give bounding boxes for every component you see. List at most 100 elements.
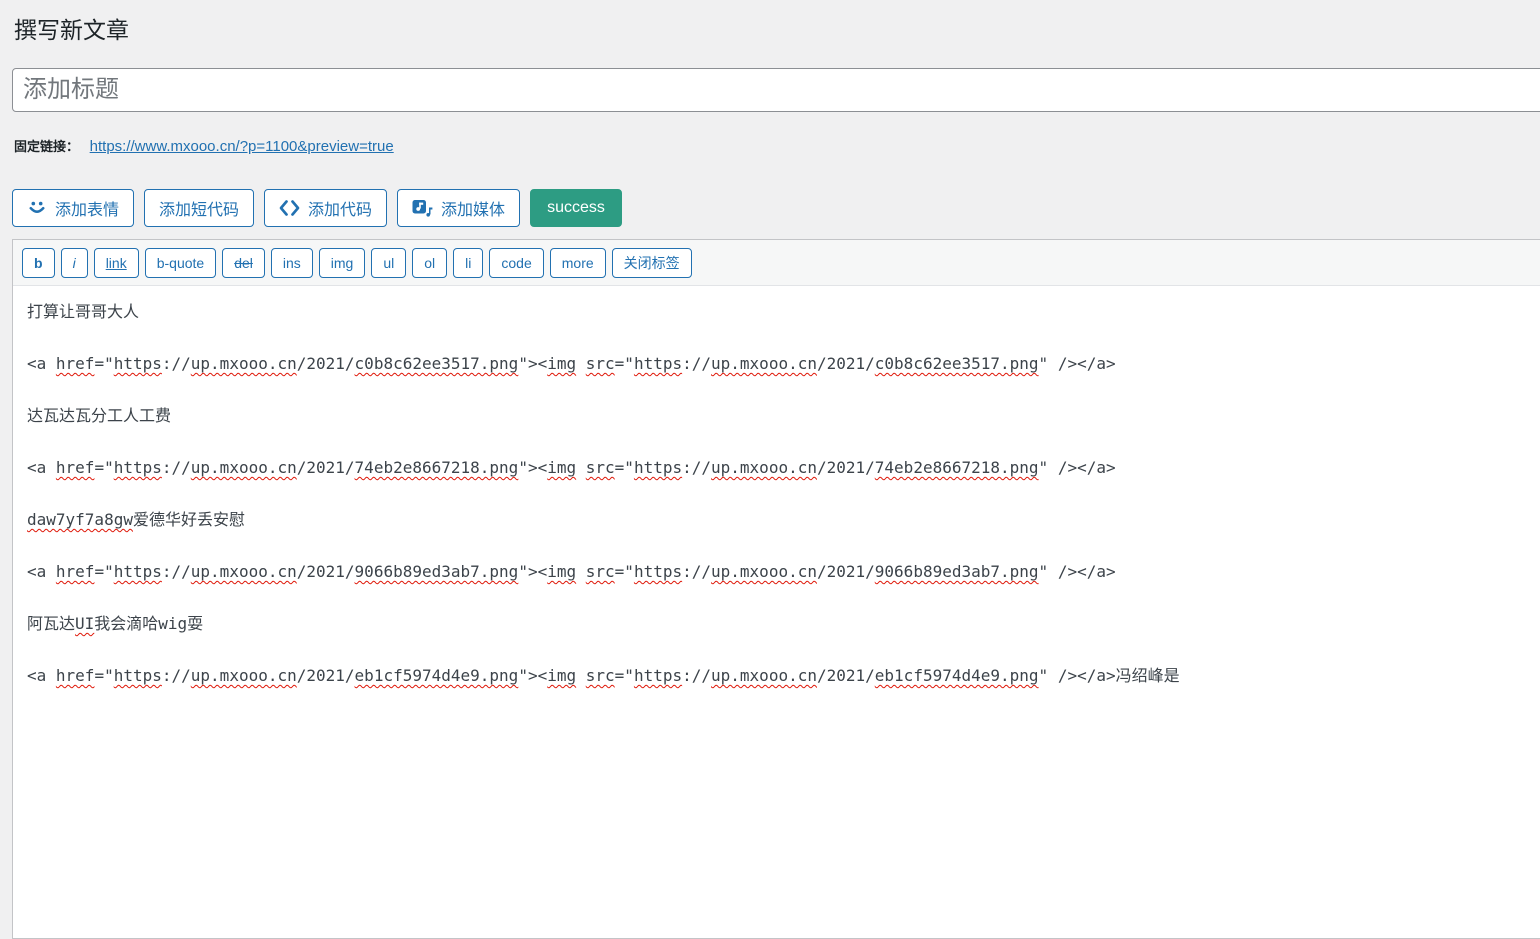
new-post-page: 撰写新文章 固定链接： https://www.mxooo.cn/?p=1100… <box>12 0 1540 939</box>
misspelled-text: img <box>547 666 576 685</box>
editor-text <box>576 666 586 685</box>
misspelled-text: href <box>56 458 95 477</box>
quicktag-img-button[interactable]: img <box>319 248 366 278</box>
editor-text: =" <box>94 562 113 581</box>
misspelled-text: up.mxooo.cn <box>711 354 817 373</box>
editor-text: " /></a> <box>1039 458 1116 477</box>
quicktag-more-button[interactable]: more <box>550 248 606 278</box>
misspelled-text: 9066b89ed3ab7.png <box>875 562 1039 581</box>
success-button[interactable]: success <box>530 189 622 227</box>
quicktag-ul-button[interactable]: ul <box>371 248 406 278</box>
add-emoji-button[interactable]: 添加表情 <box>12 189 134 227</box>
post-title-input[interactable] <box>12 68 1540 112</box>
editor-text: 我会滴哈wig耍 <box>94 614 203 633</box>
button-label: success <box>547 199 605 217</box>
misspelled-text: https <box>634 458 682 477</box>
quicktag-link-button[interactable]: link <box>94 248 139 278</box>
editor-text: :// <box>682 354 711 373</box>
editor-text: :// <box>162 666 191 685</box>
editor-line: daw7yf7a8gw爱德华好丢安慰 <box>27 507 1540 533</box>
editor-text: :// <box>162 354 191 373</box>
editor-line: <a href="https://up.mxooo.cn/2021/c0b8c6… <box>27 351 1540 377</box>
editor-text: ">< <box>518 354 547 373</box>
misspelled-text: src <box>586 562 615 581</box>
misspelled-text: src <box>586 458 615 477</box>
editor-text: <a <box>27 562 56 581</box>
quicktag-blockquote-button[interactable]: b-quote <box>145 248 216 278</box>
misspelled-text: href <box>56 666 95 685</box>
misspelled-text: 74eb2e8667218.png <box>355 458 519 477</box>
permalink: 固定链接： https://www.mxooo.cn/?p=1100&previ… <box>12 136 1540 155</box>
misspelled-text: up.mxooo.cn <box>191 562 297 581</box>
editor-text <box>576 458 586 477</box>
quicktag-italic-button[interactable]: i <box>61 248 88 278</box>
quicktag-close-tags-button[interactable]: 关闭标签 <box>612 248 692 278</box>
editor-line: 阿瓦达UI我会滴哈wig耍 <box>27 611 1540 637</box>
editor-text: :// <box>162 458 191 477</box>
misspelled-text: https <box>634 562 682 581</box>
quicktag-code-button[interactable]: code <box>489 248 543 278</box>
quicktag-bold-button[interactable]: b <box>22 248 55 278</box>
editor-text: 爱德华好丢安慰 <box>133 510 245 529</box>
editor-text: /2021/ <box>297 458 355 477</box>
editor-text: =" <box>615 458 634 477</box>
misspelled-text: img <box>547 354 576 373</box>
editor-text: =" <box>615 562 634 581</box>
button-label: 添加表情 <box>55 196 119 220</box>
editor-text: " /></a> <box>1039 354 1116 373</box>
editor-text: :// <box>162 562 191 581</box>
misspelled-text: img <box>547 458 576 477</box>
post-content-editor[interactable]: 打算让哥哥大人<a href="https://up.mxooo.cn/2021… <box>13 286 1540 728</box>
quicktag-del-button[interactable]: del <box>222 248 265 278</box>
editor-text: /2021/ <box>297 666 355 685</box>
misspelled-text: href <box>56 562 95 581</box>
misspelled-text: src <box>586 666 615 685</box>
editor-text: =" <box>94 666 113 685</box>
quicktags-toolbar: bilinkb-quotedelinsimgulollicodemore关闭标签 <box>13 240 1540 286</box>
editor-text: =" <box>615 354 634 373</box>
smiley-icon <box>27 198 47 218</box>
editor-text: " /></a> <box>1039 666 1116 685</box>
misspelled-text: up.mxooo.cn <box>191 354 297 373</box>
misspelled-text: daw7yf7a8gw <box>27 510 133 529</box>
quicktag-ins-button[interactable]: ins <box>271 248 313 278</box>
add-shortcode-button[interactable]: 添加短代码 <box>144 189 254 227</box>
editor-text: /2021/ <box>817 354 875 373</box>
misspelled-text: https <box>114 458 162 477</box>
add-media-button[interactable]: 添加媒体 <box>397 189 520 227</box>
editor-text: /2021/ <box>817 458 875 477</box>
editor-text: =" <box>94 354 113 373</box>
editor-text: " /></a> <box>1039 562 1116 581</box>
editor-line: <a href="https://up.mxooo.cn/2021/eb1cf5… <box>27 663 1540 689</box>
editor-text: :// <box>682 666 711 685</box>
editor-text: ">< <box>518 562 547 581</box>
misspelled-text: https <box>634 354 682 373</box>
misspelled-text: https <box>114 666 162 685</box>
editor-text: /2021/ <box>297 562 355 581</box>
misspelled-text: up.mxooo.cn <box>711 458 817 477</box>
editor-line: 达瓦达瓦分工人工费 <box>27 403 1540 429</box>
misspelled-text: https <box>114 354 162 373</box>
button-label: 添加短代码 <box>159 196 239 220</box>
add-code-button[interactable]: 添加代码 <box>264 189 387 227</box>
misspelled-text: UI <box>75 614 94 633</box>
editor-text: 阿瓦达 <box>27 614 75 633</box>
button-label: 添加媒体 <box>441 196 505 220</box>
misspelled-text: src <box>586 354 615 373</box>
editor-text: <a <box>27 458 56 477</box>
quicktag-li-button[interactable]: li <box>453 248 483 278</box>
permalink-link[interactable]: https://www.mxooo.cn/?p=1100&preview=tru… <box>90 138 394 155</box>
misspelled-text: up.mxooo.cn <box>711 562 817 581</box>
quicktag-ol-button[interactable]: ol <box>412 248 447 278</box>
misspelled-text: href <box>56 354 95 373</box>
misspelled-text: eb1cf5974d4e9.png <box>875 666 1039 685</box>
media-buttons-row: 添加表情 添加短代码 添加代码 添加媒体 success <box>12 189 1540 227</box>
editor-line: <a href="https://up.mxooo.cn/2021/9066b8… <box>27 559 1540 585</box>
editor-line: <a href="https://up.mxooo.cn/2021/74eb2e… <box>27 455 1540 481</box>
editor-text: <a <box>27 354 56 373</box>
editor-text: =" <box>94 458 113 477</box>
editor-text: ">< <box>518 458 547 477</box>
editor-text: 达瓦达瓦分工人工费 <box>27 406 171 425</box>
misspelled-text: 9066b89ed3ab7.png <box>355 562 519 581</box>
editor-text: ">< <box>518 666 547 685</box>
